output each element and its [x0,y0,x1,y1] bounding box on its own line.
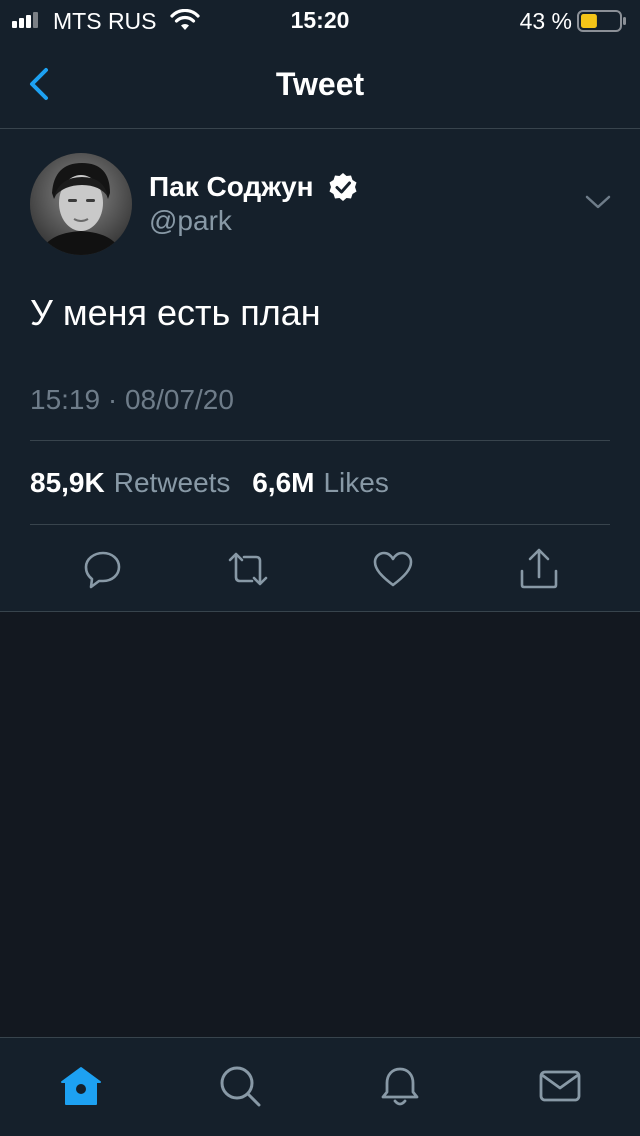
tweet-actions [0,547,640,591]
tweet-detail-screen: MTS RUS 15:20 43 % Tweet Пак Соджун @par… [0,0,640,1136]
avatar[interactable] [30,153,132,255]
author-name-row[interactable]: Пак Соджун [149,169,358,205]
retweets-stat[interactable]: 85,9K Retweets [30,467,252,498]
tab-bar [0,1037,640,1136]
share-icon[interactable] [517,547,561,591]
author-handle[interactable]: @park [149,205,232,237]
like-icon[interactable] [371,547,415,591]
status-bar: MTS RUS 15:20 43 % [0,0,640,40]
chevron-down-icon[interactable] [584,193,612,211]
reply-icon[interactable] [81,547,125,591]
likes-stat[interactable]: 6,6M Likes [252,467,403,498]
divider [30,440,610,441]
home-icon[interactable] [59,1064,103,1108]
battery-percent: 43 % [519,8,572,34]
tweet-detail: Пак Соджун @park У меня есть план 15:19 … [0,129,640,612]
divider [30,524,610,525]
likes-count: 6,6M [252,467,315,498]
author-name[interactable]: Пак Соджун [149,171,314,203]
battery-icon [577,10,626,32]
messages-icon[interactable] [538,1064,582,1108]
retweet-icon[interactable] [226,547,270,591]
battery-level-fill [581,14,597,28]
page-title: Tweet [275,66,365,102]
tweet-stats: 85,9K Retweets 6,6M Likes [30,467,403,499]
search-icon[interactable] [218,1064,262,1108]
tweet-text: У меня есть план [30,292,321,333]
tweet-timestamp: 15:19 · 08/07/20 [30,384,234,415]
retweets-count: 85,9K [30,467,105,498]
notifications-icon[interactable] [378,1064,422,1108]
likes-label: Likes [323,467,389,498]
retweets-label: Retweets [113,467,231,498]
verified-badge-icon [329,173,357,201]
navigation-header: Tweet [0,40,640,129]
